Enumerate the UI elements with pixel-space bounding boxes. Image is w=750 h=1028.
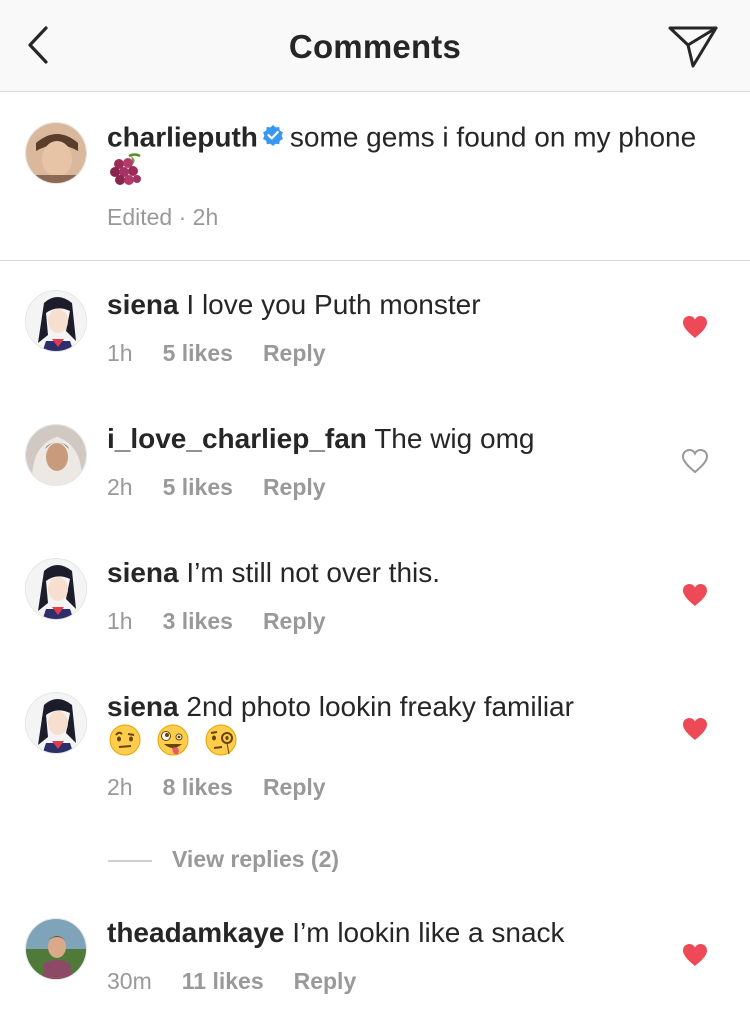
avatar[interactable] (25, 424, 87, 486)
comment-text: I’m still not over this. (186, 557, 441, 588)
view-replies-button[interactable]: View replies (2) (108, 846, 339, 873)
comment-username[interactable]: siena (107, 289, 179, 320)
comment-text: I’m lookin like a snack (292, 917, 565, 948)
comment-text: I love you Puth monster (186, 289, 481, 320)
comment-likes[interactable]: 5 likes (163, 340, 233, 366)
avatar[interactable] (25, 122, 87, 184)
zany-face-emoji (155, 722, 191, 766)
monocle-face-emoji (203, 722, 239, 766)
comment-text: 2nd photo lookin freaky familiar (186, 691, 574, 722)
header-bar: Comments (0, 0, 750, 92)
page-title: Comments (288, 28, 462, 65)
reply-button[interactable]: Reply (263, 340, 326, 366)
comment-time: 1h (107, 340, 133, 366)
heart-filled-icon[interactable] (681, 314, 709, 340)
comment-meta: 30m 11 likes Reply (107, 968, 386, 995)
raised-eyebrow-emoji (107, 722, 143, 766)
comment-username[interactable]: theadamkaye (107, 917, 284, 948)
comment-time: 30m (107, 968, 152, 994)
comment-text-line: i_love_charliep_fan The wig omg (107, 422, 534, 456)
avatar[interactable] (25, 558, 87, 620)
comment-text: The wig omg (374, 423, 535, 454)
post-caption: charlieputh some gems i found on my phone… (0, 92, 750, 261)
comment-username[interactable]: siena (107, 557, 179, 588)
heart-filled-icon[interactable] (681, 942, 709, 968)
divider (108, 859, 152, 862)
comment-likes[interactable]: 5 likes (163, 474, 233, 500)
avatar[interactable] (25, 692, 87, 754)
comment-time: 2h (107, 474, 133, 500)
heart-filled-icon[interactable] (681, 582, 709, 608)
reply-button[interactable]: Reply (263, 608, 326, 634)
comment-meta: 2h 5 likes Reply (107, 474, 356, 501)
caption-emoji-line (107, 152, 145, 196)
comment-meta: 1h 5 likes Reply (107, 340, 356, 367)
share-button[interactable] (664, 20, 722, 70)
avatar[interactable] (25, 290, 87, 352)
comment-emoji-line (107, 722, 239, 766)
grapes-emoji (107, 152, 145, 196)
caption-meta: Edited · 2h (107, 204, 219, 230)
comment-time: 2h (107, 774, 133, 800)
comment-likes[interactable]: 3 likes (163, 608, 233, 634)
comment-text-line: siena I love you Puth monster (107, 288, 481, 322)
heart-filled-icon[interactable] (681, 716, 709, 742)
comment-text-line: siena 2nd photo lookin freaky familiar (107, 690, 574, 724)
verified-badge-icon (262, 120, 284, 154)
reply-button[interactable]: Reply (263, 474, 326, 500)
comment-text-line: theadamkaye I’m lookin like a snack (107, 916, 565, 950)
comment-username[interactable]: i_love_charliep_fan (107, 423, 367, 454)
caption-text: some gems i found on my phone (289, 121, 697, 153)
comment-meta: 1h 3 likes Reply (107, 608, 356, 635)
reply-button[interactable]: Reply (294, 968, 357, 994)
heart-outline-icon[interactable] (681, 448, 709, 474)
comment-likes[interactable]: 11 likes (182, 968, 264, 994)
caption-username[interactable]: charlieputh (107, 121, 258, 152)
caption-text-line: charlieputh some gems i found on my phone (107, 120, 696, 158)
view-replies-label: View replies (2) (172, 846, 340, 872)
reply-button[interactable]: Reply (263, 774, 326, 800)
comment-time: 1h (107, 608, 133, 634)
paper-plane-icon (668, 26, 718, 68)
comment-likes[interactable]: 8 likes (163, 774, 233, 800)
comment-text-line: siena I’m still not over this. (107, 556, 440, 590)
comment-meta: 2h 8 likes Reply (107, 774, 356, 801)
avatar[interactable] (25, 918, 87, 980)
comment-username[interactable]: siena (107, 691, 179, 722)
